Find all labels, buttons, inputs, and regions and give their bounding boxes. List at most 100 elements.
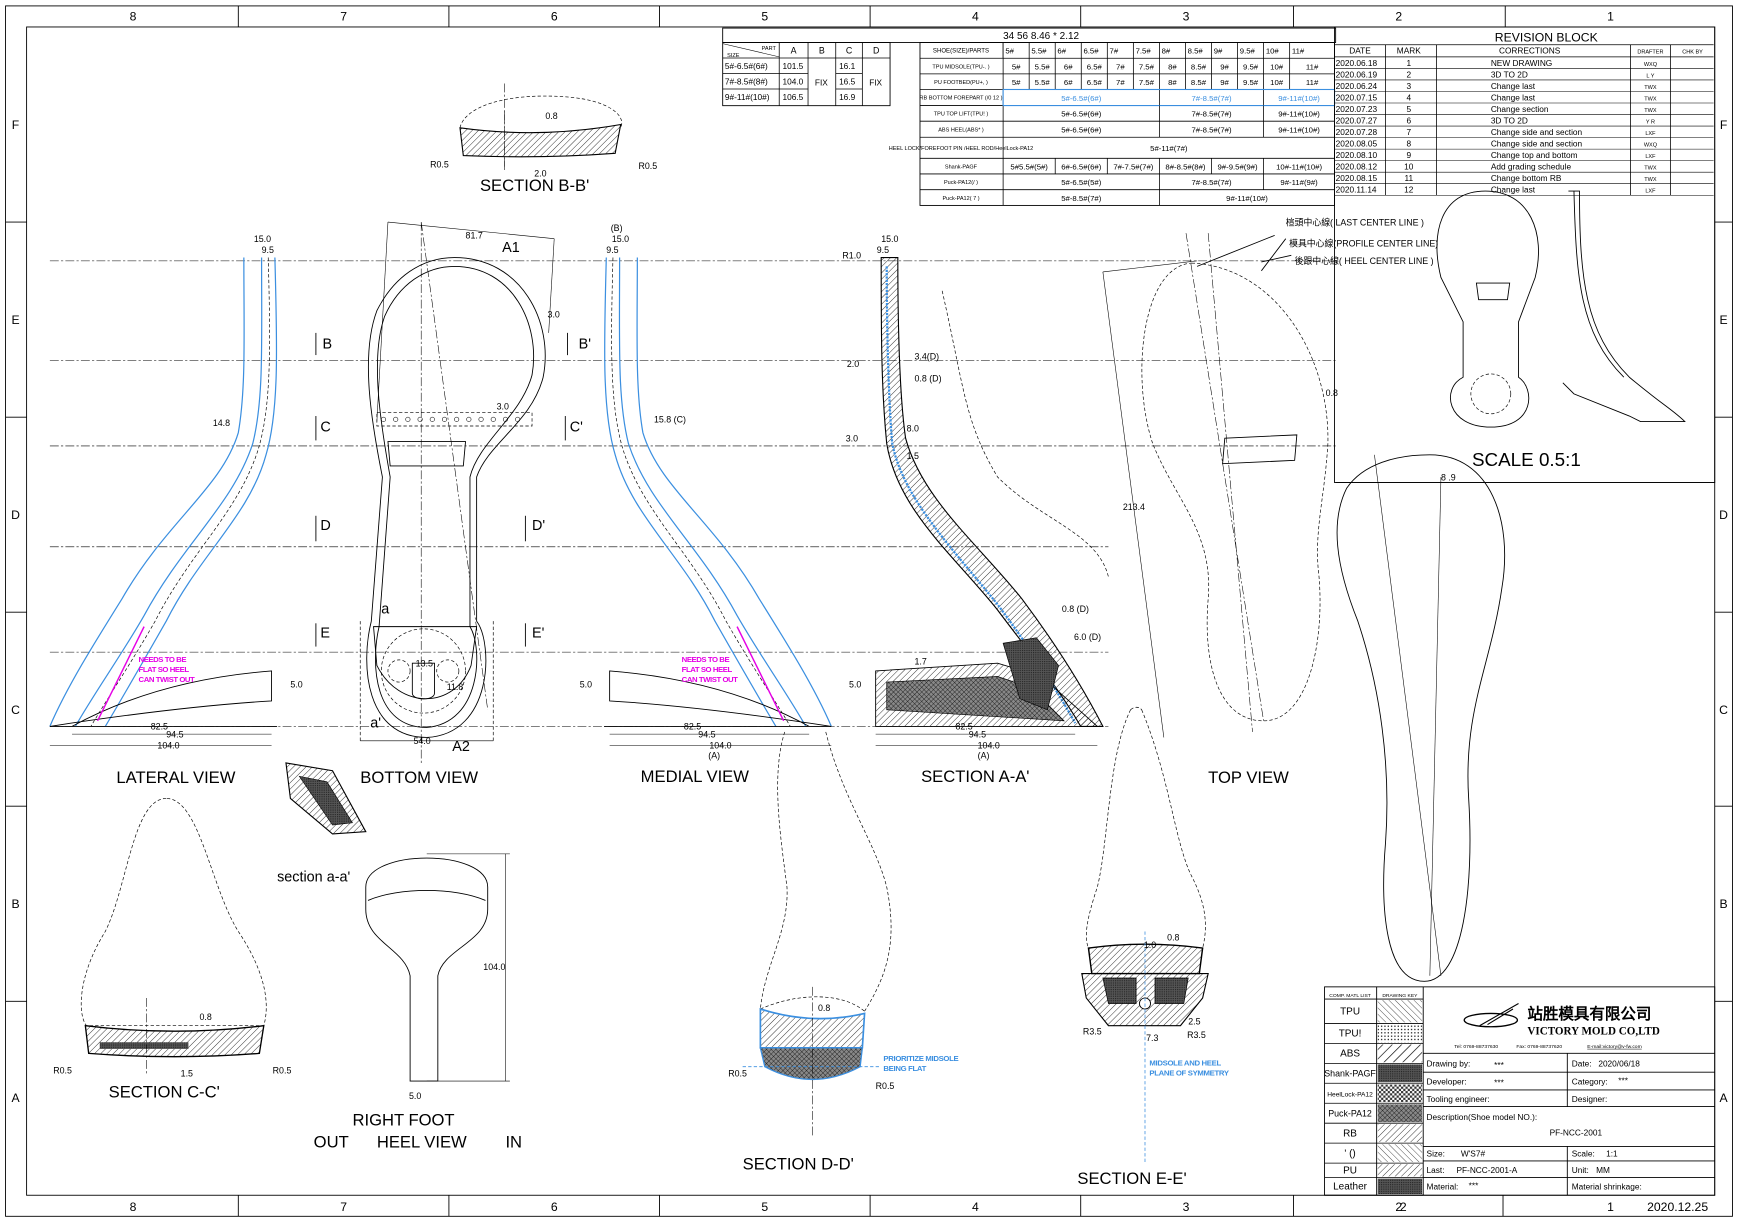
dim: 13.5 xyxy=(416,659,433,669)
dim: 0.8 xyxy=(545,111,557,121)
zone-column-label: 2 xyxy=(1395,9,1402,23)
material-name: RB xyxy=(1343,1128,1357,1139)
view-title: SCALE 0.5:1 xyxy=(1472,449,1581,470)
dim: 14.8 xyxy=(213,418,230,428)
revision-mark: 3 xyxy=(1406,81,1411,91)
grading-cell: 8.5# xyxy=(1191,78,1207,87)
dim: 0.8 xyxy=(1167,932,1179,942)
zone-column-label: 4 xyxy=(972,9,979,23)
drawing-by-label: Drawing by: xyxy=(1427,1059,1471,1069)
section-marker-d-prime: D' xyxy=(532,518,545,534)
dim: 8.0 xyxy=(907,424,919,434)
header-label: SHOE(SIZE)/PARTS xyxy=(933,47,989,54)
grading-cell: 9#-11#(10#) xyxy=(1278,110,1320,119)
revision-drafter: WXQ xyxy=(1644,142,1658,148)
size-value: W'S7# xyxy=(1461,1148,1486,1158)
header-part: PART xyxy=(762,46,777,52)
size-header: 8# xyxy=(1162,47,1171,56)
dim: 1.7 xyxy=(914,656,926,666)
value-d: FIX xyxy=(869,78,882,88)
grading-cell: 10#-11#(10#) xyxy=(1276,162,1322,171)
issue-date: 2020.12.25 xyxy=(1647,1200,1708,1214)
dim: 15.0 xyxy=(881,234,898,244)
zone-row-label: F xyxy=(12,118,19,132)
revision-drafter: TWX xyxy=(1644,177,1657,183)
revision-correction: Add grading schedule xyxy=(1491,162,1572,172)
revision-correction: Change top and bottom xyxy=(1491,150,1578,160)
tooling-engineer-label: Tooling engineer: xyxy=(1427,1094,1490,1104)
row-label: Puck-PA12( 7 ) xyxy=(942,196,979,202)
view-title: TOP VIEW xyxy=(1208,768,1289,787)
medial-view: (B) 15.0 9.5 15.8 (C) 5.0 82.5 94.5 104.… xyxy=(580,223,832,786)
shrinkage-label: Material shrinkage: xyxy=(1572,1182,1642,1192)
revision-drafter: TWX xyxy=(1644,108,1657,114)
revision-mark: 6 xyxy=(1406,115,1411,125)
revision-drafter: TWX xyxy=(1644,85,1657,91)
size-label: Size: xyxy=(1427,1148,1445,1158)
zone-row-label: F xyxy=(1720,118,1727,132)
drawing-key-swatch xyxy=(1377,1124,1423,1143)
dim: 2.5 xyxy=(1188,1017,1200,1027)
annotation-note: CAN TWIST OUT xyxy=(682,675,739,684)
view-title: SECTION A-A' xyxy=(921,767,1029,786)
dim: 104.0 xyxy=(709,741,731,751)
drawing-key-swatch xyxy=(1377,1104,1423,1123)
revision-correction: Change side and section xyxy=(1491,127,1583,137)
drawing-by-value: *** xyxy=(1494,1060,1504,1070)
view-title: SECTION D-D' xyxy=(743,1155,854,1174)
grading-cell: 7#-7.5#(7#) xyxy=(1113,162,1153,171)
grading-cell: 9# xyxy=(1220,62,1229,71)
dim: 15.0 xyxy=(612,234,629,244)
grading-cell: 7# xyxy=(1116,62,1125,71)
material-label: Material: xyxy=(1427,1182,1459,1192)
zone-column-label: 8 xyxy=(130,1200,137,1214)
grading-cell: 5.5# xyxy=(1035,62,1051,71)
section-marker-e-prime: E' xyxy=(532,626,545,642)
zone-row-label: D xyxy=(1719,508,1728,522)
unit-label: Unit: xyxy=(1572,1165,1589,1175)
dim: A1 xyxy=(502,240,520,256)
size-header: 11# xyxy=(1292,47,1305,56)
row-label: Puck-PA12(/ ) xyxy=(944,180,978,186)
zone-column-label: 7 xyxy=(340,9,347,23)
description-label: Description(Shoe model NO.): xyxy=(1427,1112,1538,1122)
dim: 5.0 xyxy=(849,680,861,690)
model-number: PF-NCC-2001 xyxy=(1550,1127,1603,1137)
revision-date: 2020.11.14 xyxy=(1336,185,1377,195)
annotation-note: BEING FLAT xyxy=(883,1064,926,1073)
revision-date: 2020.07.28 xyxy=(1336,127,1378,137)
section-marker-d: D xyxy=(320,518,330,534)
dim: 9.5 xyxy=(606,245,618,255)
dim: 1.5 xyxy=(181,1069,193,1079)
revision-date: 2020.07.15 xyxy=(1336,92,1378,102)
scale-value: 1:1 xyxy=(1606,1148,1618,1158)
material-name: Puck-PA12 xyxy=(1328,1109,1372,1119)
company-tel: Tel: 0769-88737630 xyxy=(1454,1044,1498,1050)
row-label: TPU MIDSOLE(TPU-. ) xyxy=(932,64,989,70)
grading-cell: 5#-6.5#(5#) xyxy=(1061,178,1101,187)
zone-column-label: 6 xyxy=(551,1200,558,1214)
grading-schedule-table: 34 56 8.46 * 2.12 SHOE(SIZE)/PARTS 5# 5.5# 6… xyxy=(722,27,1337,206)
grading-cell: 11# xyxy=(1306,78,1319,87)
annotation-note: PLANE OF SYMMETRY xyxy=(1149,1069,1229,1078)
dim: 0.8 xyxy=(1326,388,1338,398)
lateral-view: 15.0 9.5 14.8 82.5 94.5 104.0 5.0 NEEDS … xyxy=(49,234,303,787)
grading-cell: 5# xyxy=(1012,62,1021,71)
header-size: SIZE xyxy=(727,53,740,59)
grading-cell: 5.5# xyxy=(1035,78,1051,87)
revision-date: 2020.07.23 xyxy=(1336,104,1378,114)
revision-correction: Change last xyxy=(1491,92,1536,102)
material-value: *** xyxy=(1469,1181,1479,1191)
dim: 3.0 xyxy=(497,401,509,411)
view-title: SECTION C-C' xyxy=(109,1083,220,1102)
zone-column-label: 8 xyxy=(130,9,137,23)
material-name: TPU xyxy=(1340,1007,1360,1018)
dim: 0.8 (D) xyxy=(1062,604,1089,614)
sole-outline-view: 8 .9 xyxy=(1336,454,1505,982)
revision-date: 2020.07.27 xyxy=(1336,115,1378,125)
dim: 1.0 xyxy=(1144,940,1156,950)
grading-cell: 6.5# xyxy=(1087,78,1103,87)
section-marker-c: C xyxy=(320,420,330,436)
grading-cell: 9.5# xyxy=(1243,78,1259,87)
section-marker-b: B xyxy=(323,336,333,352)
